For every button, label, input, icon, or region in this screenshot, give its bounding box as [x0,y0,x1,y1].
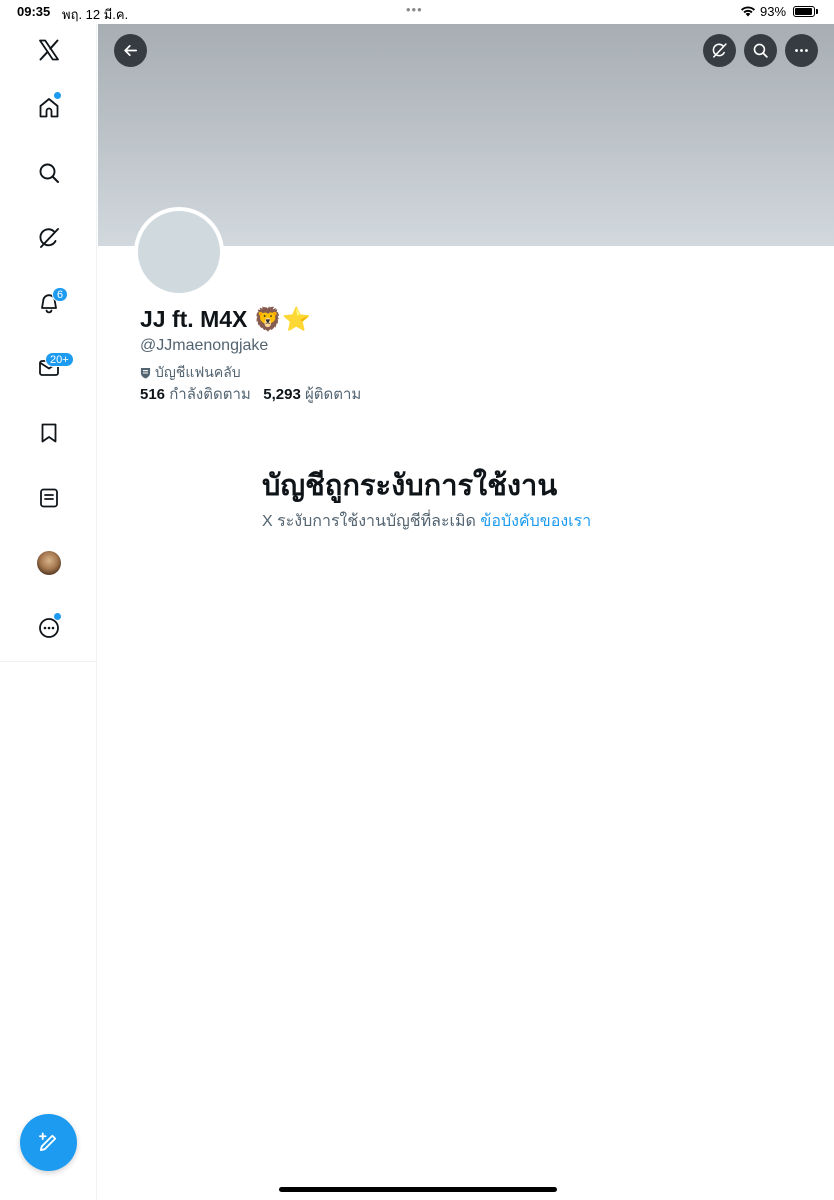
sidebar-item-more[interactable] [29,608,69,648]
home-indicator[interactable] [279,1187,557,1192]
wifi-icon [740,5,756,20]
compose-post-button[interactable] [20,1114,77,1171]
status-bar: 09:35 พฤ. 12 มี.ค. ••• 93% [0,0,834,24]
messages-count-badge: 20+ [45,352,74,367]
more-unread-dot [53,612,62,621]
compose-icon [38,1132,57,1152]
shield-icon [140,367,151,379]
more-options-button[interactable] [785,34,818,67]
following-count: 516 [140,386,166,403]
sidebar-item-messages[interactable]: 20+ [29,348,74,388]
follow-stats: 516 กำลังติดตาม 5,293 ผู้ติดตาม [140,382,361,406]
bookmark-icon [41,423,57,443]
display-name: JJ ft. M4X 🦁⭐️ [140,306,312,332]
sidebar-divider [0,661,97,662]
suspended-message: X ระงับการใช้งานบัญชีที่ละเมิด ข้อบังคับ… [262,509,591,534]
status-time: 09:35 [17,4,51,19]
affiliate-text: บัญชีแฟนคลับ [155,364,241,380]
sidebar-item-lists[interactable] [29,478,69,518]
profile-banner [98,24,834,246]
followers-label: ผู้ติดตาม [305,386,362,403]
rules-link[interactable]: ข้อบังคับของเรา [480,513,591,530]
sidebar-item-explore[interactable] [29,153,69,193]
search-icon [753,43,768,58]
battery-cap [816,9,818,14]
sidebar-item-bookmarks[interactable] [29,413,69,453]
followers-count: 5,293 [263,386,301,403]
search-button[interactable] [744,34,777,67]
x-logo-icon[interactable] [29,30,69,70]
screen: 09:35 พฤ. 12 มี.ค. ••• 93% 6 20+ JJ ft. … [0,0,834,1200]
multitasking-dots[interactable]: ••• [406,2,423,17]
status-date: พฤ. 12 มี.ค. [62,7,129,22]
affiliate-label[interactable]: บัญชีแฟนคลับ [140,362,241,384]
back-button[interactable] [114,34,147,67]
battery-icon [793,6,815,17]
sidebar: 6 20+ [0,24,97,1200]
grok-icon [39,228,59,248]
avatar [37,551,61,575]
grok-button[interactable] [703,34,736,67]
list-icon [40,488,58,508]
handle: @JJmaenongjake [140,337,269,354]
notifications-count-badge: 6 [52,287,69,302]
arrow-left-icon [124,45,138,56]
suspended-title: บัญชีถูกระงับการใช้งาน [262,470,558,502]
suspended-message-text: X ระงับการใช้งานบัญชีที่ละเมิด [262,513,476,530]
sidebar-item-grok[interactable] [29,218,69,258]
sidebar-item-home[interactable] [29,88,69,128]
following-label: กำลังติดตาม [169,386,251,403]
battery-percent: 93% [760,4,787,19]
profile-avatar[interactable] [134,207,224,297]
followers-link[interactable]: 5,293 ผู้ติดตาม [263,386,361,403]
sidebar-item-profile[interactable] [29,543,69,583]
search-icon [39,163,59,183]
home-unread-dot [53,91,62,100]
sidebar-item-notifications[interactable]: 6 [29,283,69,323]
following-link[interactable]: 516 กำลังติดตาม [140,386,251,403]
grok-icon [712,43,727,58]
more-horizontal-icon [795,49,808,52]
